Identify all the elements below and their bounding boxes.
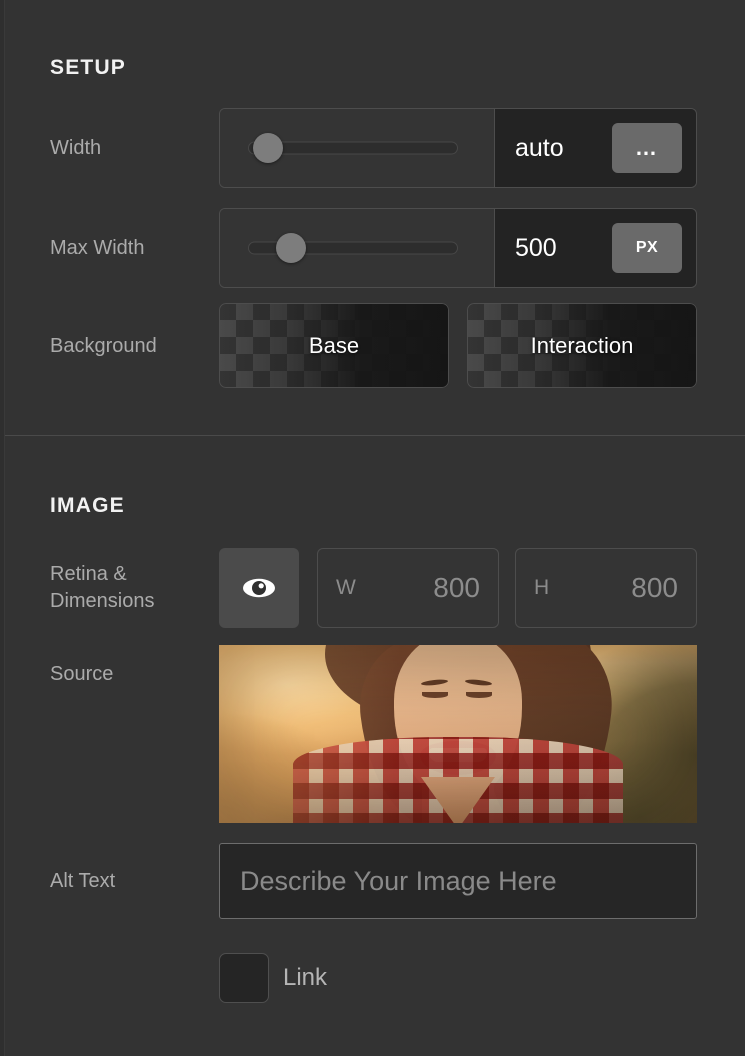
alt-text-placeholder: Describe Your Image Here xyxy=(240,865,557,896)
retina-label-line2: Dimensions xyxy=(50,590,155,612)
image-width-value[interactable]: 800 xyxy=(433,572,480,604)
width-label: Width xyxy=(50,137,102,159)
source-image-preview[interactable] xyxy=(219,645,697,823)
source-label: Source xyxy=(50,663,114,685)
width-slider-knob[interactable] xyxy=(253,133,283,163)
image-height-field[interactable]: H 800 xyxy=(515,548,697,628)
width-value-pane[interactable]: auto … xyxy=(495,109,696,187)
image-width-prefix: W xyxy=(336,576,356,599)
alt-text-input[interactable]: Describe Your Image Here xyxy=(219,843,697,919)
link-label: Link xyxy=(283,964,328,991)
max-width-unit-button[interactable]: PX xyxy=(612,223,682,273)
background-base-swatch[interactable]: Base xyxy=(219,303,449,388)
width-control-group: auto … xyxy=(219,108,697,188)
retina-label-line1: Retina & xyxy=(50,563,127,585)
width-slider[interactable] xyxy=(220,109,495,187)
background-label: Background xyxy=(50,335,157,357)
max-width-value-pane[interactable]: 500 PX xyxy=(495,209,696,287)
link-checkbox[interactable] xyxy=(219,953,269,1003)
max-width-label: Max Width xyxy=(50,237,145,259)
retina-dimensions-row: Retina & Dimensions W 800 H 800 xyxy=(0,548,745,628)
retina-toggle-button[interactable] xyxy=(219,548,299,628)
image-height-prefix: H xyxy=(534,576,550,599)
width-value[interactable]: auto xyxy=(515,134,564,163)
image-settings-panel: SETUP Width auto … Max Width 500 PX Back… xyxy=(0,0,745,1056)
max-width-slider[interactable] xyxy=(220,209,495,287)
photo-vignette xyxy=(219,645,697,823)
alt-text-row: Alt Text Describe Your Image Here xyxy=(0,843,745,919)
background-interaction-swatch[interactable]: Interaction xyxy=(467,303,697,388)
background-interaction-label: Interaction xyxy=(530,332,634,358)
max-width-slider-knob[interactable] xyxy=(276,233,306,263)
background-base-label: Base xyxy=(308,332,360,358)
image-section-title: IMAGE xyxy=(50,494,125,517)
eye-icon xyxy=(243,578,275,598)
link-row: Link xyxy=(0,953,745,1003)
width-unit-options-button[interactable]: … xyxy=(612,123,682,173)
width-row: Width auto … xyxy=(0,108,745,188)
max-width-value[interactable]: 500 xyxy=(515,234,557,263)
setup-section-title: SETUP xyxy=(50,56,127,79)
max-width-row: Max Width 500 PX xyxy=(0,208,745,288)
image-width-field[interactable]: W 800 xyxy=(317,548,499,628)
background-row: Background Base Interaction xyxy=(0,303,745,388)
max-width-control-group: 500 PX xyxy=(219,208,697,288)
alt-text-label: Alt Text xyxy=(50,870,116,892)
image-height-value[interactable]: 800 xyxy=(631,572,678,604)
setup-section: SETUP Width auto … Max Width 500 PX Back… xyxy=(0,0,745,436)
